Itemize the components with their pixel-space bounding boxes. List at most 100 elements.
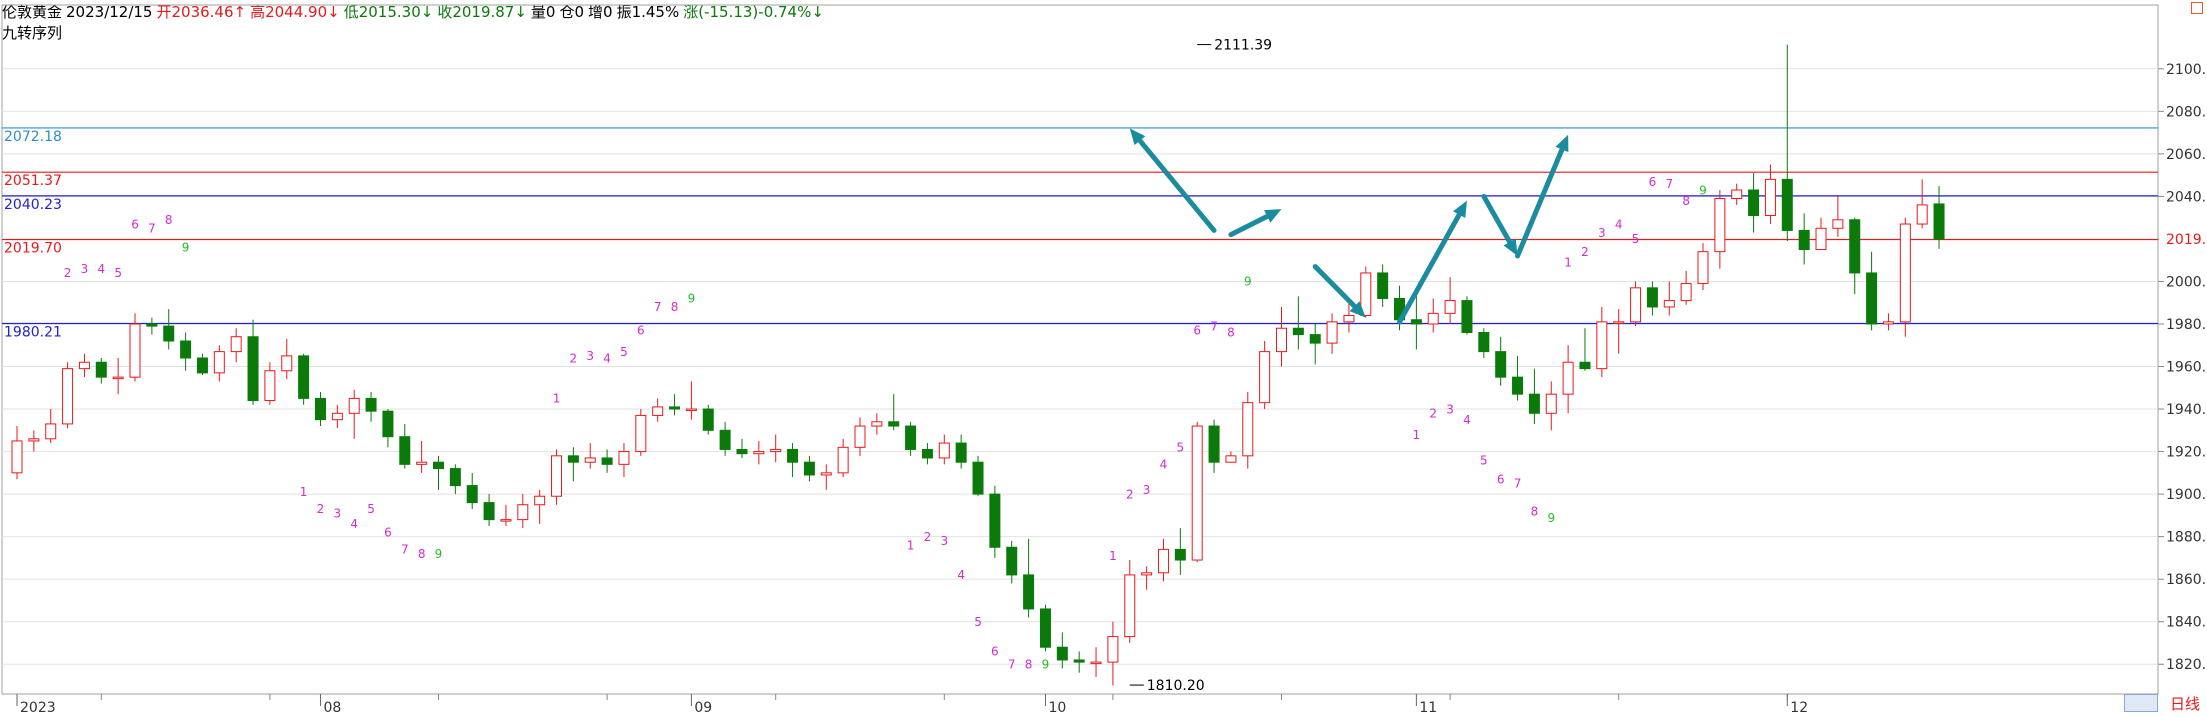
td-sequence-number: 6 — [1193, 324, 1201, 338]
td-sequence-number: 3 — [1598, 226, 1606, 240]
trend-arrow-shaft — [1312, 264, 1358, 309]
candle-down — [1309, 334, 1321, 344]
candle-up — [1882, 321, 1894, 325]
td-sequence-number: 4 — [1615, 217, 1623, 231]
extreme-label: 1810.20 — [1147, 678, 1205, 694]
candle-down — [669, 406, 681, 410]
candle-down — [803, 461, 815, 476]
td-sequence-number: 3 — [940, 534, 948, 548]
candle-up — [837, 446, 849, 474]
candle-down — [146, 323, 158, 327]
td-sequence-number: 8 — [1025, 657, 1033, 671]
candle-up — [28, 438, 40, 442]
td-sequence-number: 4 — [1463, 413, 1471, 427]
td-sequence-number: 1 — [553, 392, 561, 406]
candle-down — [1933, 203, 1945, 240]
candle-down — [567, 455, 579, 463]
candle-down — [955, 442, 967, 463]
td-sequence-number: 3 — [1446, 402, 1454, 416]
candle-down — [466, 485, 478, 504]
price-level-label: 2051.37 — [4, 173, 62, 189]
y-tick-label: 1860.00 — [2166, 572, 2207, 588]
candle-down — [1174, 548, 1186, 561]
candle-down — [95, 361, 107, 378]
td-sequence-number: 9 — [182, 241, 190, 255]
candle-down — [1006, 546, 1018, 576]
candle-up — [517, 504, 529, 521]
y-tick-label: 1840.00 — [2166, 615, 2207, 631]
td-sequence-number: 3 — [586, 349, 594, 363]
candle-up — [618, 451, 630, 465]
candle-up — [753, 451, 765, 455]
candle-down — [1377, 272, 1389, 299]
candle-up — [652, 406, 664, 416]
candle-down — [1292, 327, 1304, 336]
td-sequence-number: 1 — [300, 485, 308, 499]
candle-up — [685, 408, 697, 412]
td-sequence-number: 1 — [1564, 256, 1572, 270]
price-level-label: 2040.23 — [4, 197, 62, 213]
candle-up — [584, 457, 596, 463]
td-sequence-number: 8 — [1227, 326, 1235, 340]
candle-down — [433, 461, 444, 470]
candle-down — [719, 429, 731, 450]
extreme-label: 2111.39 — [1214, 38, 1272, 54]
candle-down — [1798, 229, 1810, 251]
candle-down — [1073, 659, 1085, 663]
candle-up — [1242, 402, 1254, 457]
candle-up — [635, 414, 647, 453]
td-sequence-number: 7 — [1665, 177, 1673, 191]
x-tick-label: 11 — [1419, 700, 1437, 716]
td-sequence-number: 8 — [1682, 194, 1690, 208]
candle-up — [1326, 321, 1338, 344]
td-sequence-number: 6 — [1649, 175, 1657, 189]
td-sequence-number: 1 — [1109, 549, 1117, 563]
candle-down — [298, 355, 310, 399]
candlestick-chart[interactable]: 1820.00 1840.00 1860.00 1880.00 1900.00 1920.… — [0, 0, 2207, 716]
candle-down — [1512, 376, 1524, 395]
td-sequence-number: 5 — [367, 502, 375, 516]
td-sequence-number: 6 — [991, 645, 999, 659]
y-tick-label: 2060.00 — [2166, 147, 2207, 163]
td-sequence-number: 8 — [418, 547, 426, 561]
td-sequence-number: 5 — [620, 345, 628, 359]
y-tick-label: 1900.00 — [2166, 487, 2207, 503]
y-tick-label: 1960.00 — [2166, 360, 2207, 376]
trend-arrow-shaft — [1481, 193, 1513, 245]
y-tick-label: 1940.00 — [2166, 402, 2207, 418]
price-level-label: 2072.18 — [4, 129, 62, 145]
y-tick-label: 2000.00 — [2166, 274, 2207, 290]
candle-down — [905, 425, 917, 450]
td-sequence-number: 4 — [97, 262, 105, 276]
td-sequence-number: 7 — [654, 300, 662, 314]
candle-up — [1663, 300, 1675, 308]
td-sequence-number: 1 — [1413, 428, 1421, 442]
candle-down — [365, 397, 377, 412]
candle-up — [1596, 321, 1608, 370]
candle-down — [1579, 361, 1591, 370]
candle-up — [938, 442, 950, 459]
candle-down — [736, 448, 748, 455]
candle-up — [1545, 393, 1557, 414]
trend-arrow-shaft — [1228, 213, 1270, 238]
scroll-handle[interactable] — [2124, 694, 2158, 712]
candle-down — [1646, 287, 1658, 308]
td-sequence-number: 6 — [637, 324, 645, 338]
candle-down — [1461, 300, 1473, 333]
candle-down — [1023, 574, 1035, 610]
candle-down — [972, 461, 984, 495]
period-label[interactable]: 日线 — [2170, 693, 2200, 714]
candle-down — [1528, 393, 1540, 414]
td-sequence-number: 9 — [688, 292, 696, 306]
candle-down — [1208, 425, 1220, 463]
td-sequence-number: 7 — [1514, 477, 1522, 491]
td-sequence-number: 2 — [1126, 487, 1134, 501]
td-sequence-number: 6 — [131, 217, 139, 231]
x-tick-label: 2023 — [20, 700, 56, 716]
td-sequence-number: 2 — [1429, 407, 1437, 421]
candle-down — [399, 436, 411, 465]
candle-up — [348, 397, 360, 414]
candle-up — [1124, 574, 1136, 638]
candle-up — [820, 472, 832, 476]
y-tick-label: 1880.00 — [2166, 530, 2207, 546]
